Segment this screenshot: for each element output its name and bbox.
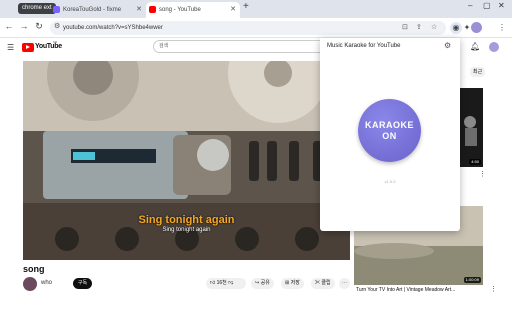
caption-sub: Sing tonight again [162,227,211,233]
karaoke-extension-popup: Music Karaoke for YouTube ⚙ KARAOKE ON v… [320,38,460,231]
profile-avatar[interactable] [471,22,482,33]
youtube-account-avatar[interactable] [489,42,499,52]
reload-icon[interactable]: ↻ [33,21,45,32]
channel-name[interactable]: who [41,280,52,286]
tab-title: KoreaTouGold - fixme [63,7,122,13]
clip-icon: ✂ [315,280,321,286]
karaoke-toggle-button[interactable]: KARAOKE ON [358,99,421,162]
address-bar[interactable]: ⚙ youtube.com/watch?v=sYShbe4wwer ⊡ ⇪ ☆ [50,21,446,35]
toolbar: ← → ↻ ⚙ youtube.com/watch?v=sYShbe4wwer … [0,18,512,38]
youtube-favicon-icon [149,6,156,13]
hamburger-menu-icon[interactable]: ☰ [7,43,14,52]
video-title: song [23,264,45,274]
like-icon: 👍︎ [210,280,216,286]
country-code: KR [53,40,58,44]
recommended-video-title[interactable]: Turn Your TV Into Art | Vintage Meadow A… [356,287,455,293]
tab-favicon-icon [53,6,60,13]
site-info-icon[interactable]: ⚙ [54,22,60,30]
save-icon: ⊞ [285,280,290,286]
tab-strip: chrome ext KoreaTouGold - fixme ✕ song -… [0,0,512,18]
like-dislike-button[interactable]: 👍︎ 16천 👎︎ [206,278,246,289]
duration-badge: 1:00:09 [463,277,481,283]
chrome-menu-icon[interactable]: ⋮ [496,22,508,34]
back-icon[interactable]: ← [3,21,15,31]
close-tab-icon[interactable]: ✕ [136,2,142,18]
clip-label: 클립 [321,280,331,286]
save-button[interactable]: ⊞ 저장 [281,278,304,289]
video-options-icon-2[interactable]: ⋮ [490,285,497,293]
recommended-thumbnail[interactable]: 4:50 [460,88,483,167]
channel-avatar[interactable] [23,277,37,291]
bookmark-star-icon[interactable]: ☆ [431,23,437,31]
search-input[interactable]: 검색 [153,40,325,53]
youtube-logo-icon[interactable] [22,43,34,52]
window-close-icon[interactable]: ✕ [498,1,505,10]
video-options-icon[interactable]: ⋮ [479,170,486,178]
extensions-puzzle-icon[interactable]: ✦ [463,22,471,34]
video-player[interactable]: Sing tonight again Sing tonight again [23,61,350,260]
share-label: 공유 [260,280,270,286]
dislike-icon: 👎︎ [228,280,234,286]
new-tab-button[interactable]: + [243,1,249,12]
filter-chip-recent[interactable]: 최근 [470,67,486,77]
subscribe-button[interactable]: 구독 [73,278,92,289]
browser-window: chrome ext KoreaTouGold - fixme ✕ song -… [0,0,512,320]
share-icon[interactable]: ⇪ [416,23,422,31]
share-button[interactable]: ↪ 공유 [251,278,274,289]
caption-main: Sing tonight again [138,214,235,226]
maximize-icon[interactable]: ▢ [483,1,491,10]
minimize-icon[interactable]: – [468,1,472,10]
karaoke-button-line2: ON [382,130,397,141]
duration-badge: 4:50 [469,159,481,165]
share-arrow-icon: ↪ [255,280,260,286]
like-count: 16천 [216,280,227,286]
close-tab-icon[interactable]: ✕ [230,2,236,18]
extension-version: v1.0.0 [384,179,396,184]
notifications-bell-icon[interactable]: 🔔︎ [470,42,480,51]
karaoke-button-line1: KARAOKE [364,119,414,130]
url-text: youtube.com/watch?v=sYShbe4wwer [63,25,163,31]
tab-korea[interactable]: KoreaTouGold - fixme ✕ [50,2,146,18]
settings-gear-icon[interactable]: ⚙ [444,41,451,50]
thumbnail-image [460,88,483,167]
tab-title: song - YouTube [159,7,201,13]
tab-youtube[interactable]: song - YouTube ✕ [146,2,240,18]
more-actions-button[interactable]: ⋯ [339,278,350,289]
forward-icon[interactable]: → [18,21,30,31]
popup-title: Music Karaoke for YouTube [327,43,401,49]
karaoke-extension-icon[interactable]: ◉ [450,22,462,34]
install-icon[interactable]: ⊡ [402,23,408,31]
youtube-wordmark[interactable]: YouTube [35,43,62,50]
clip-button[interactable]: ✂ 클립 [311,278,335,289]
save-label: 저장 [290,280,300,286]
